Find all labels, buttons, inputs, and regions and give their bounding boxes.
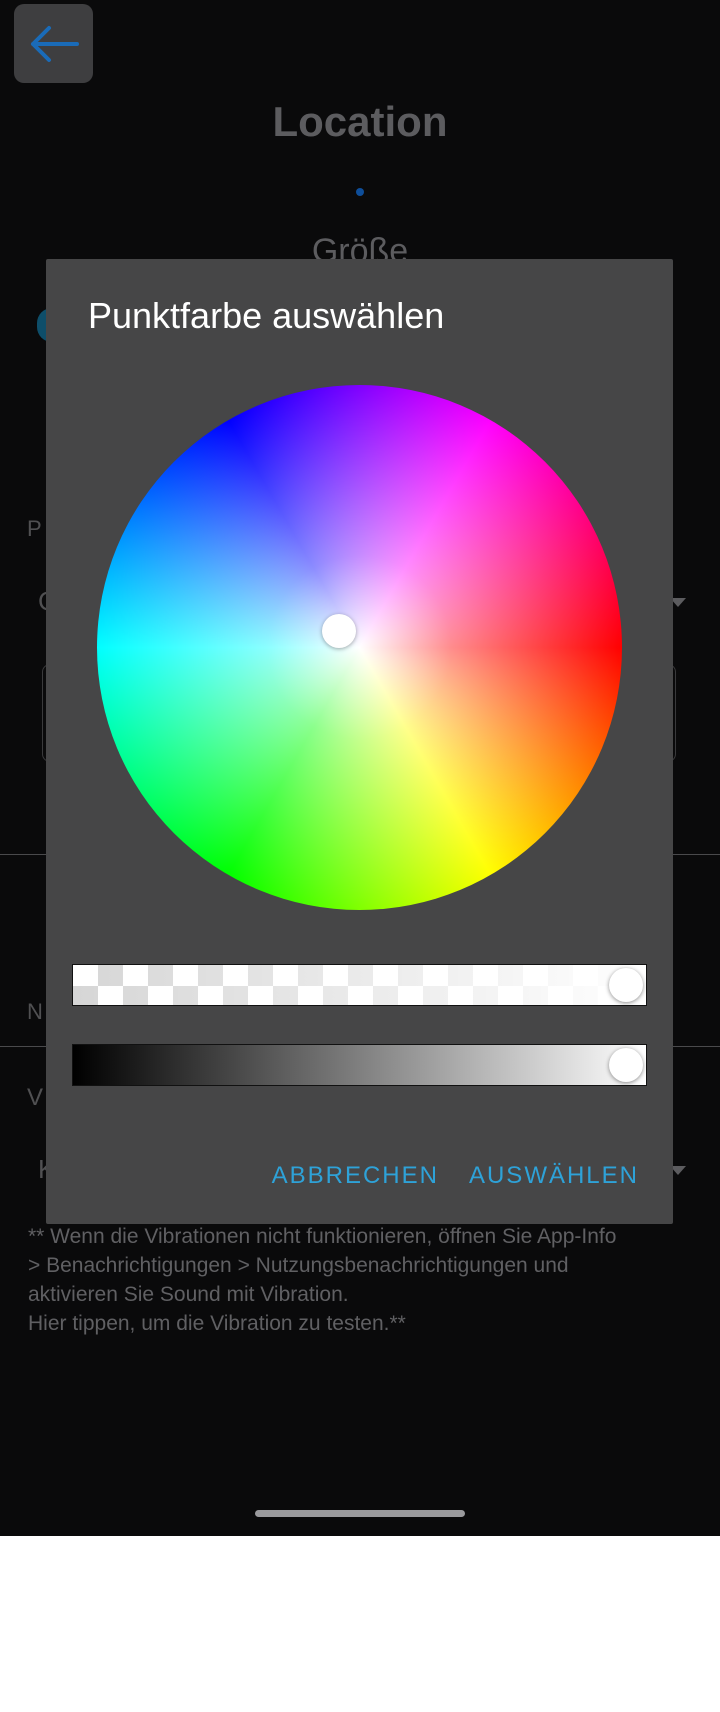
page-indicator-dot (356, 188, 364, 196)
color-picker-dialog: Punktfarbe auswählen ABBRECHEN AUSWÄHLEN (46, 259, 673, 1224)
brightness-slider[interactable] (72, 1044, 647, 1086)
section-label-dot-color: P (27, 516, 42, 541)
section-label-vibration: V (27, 1084, 44, 1111)
cancel-button[interactable]: ABBRECHEN (272, 1158, 439, 1194)
color-wheel-handle[interactable] (322, 614, 356, 648)
brightness-slider-thumb[interactable] (609, 1048, 643, 1082)
back-button[interactable] (14, 4, 93, 83)
arrow-left-icon (30, 25, 79, 62)
select-button[interactable]: AUSWÄHLEN (469, 1158, 639, 1194)
note-line: ** Wenn die Vibrationen nicht funktionie… (28, 1225, 617, 1248)
page-title: Location (272, 98, 448, 145)
note-line: aktivieren Sie Sound mit Vibration. (28, 1283, 349, 1306)
dialog-actions: ABBRECHEN AUSWÄHLEN (272, 1158, 639, 1194)
home-indicator (255, 1510, 465, 1517)
dialog-title: Punktfarbe auswählen (88, 295, 445, 336)
alpha-slider-thumb[interactable] (609, 968, 643, 1002)
color-wheel[interactable] (97, 385, 622, 910)
section-label-notification: N (27, 999, 43, 1024)
note-line: Hier tippen, um die Vibration zu testen.… (28, 1312, 406, 1335)
note-line: > Benachrichtigungen > Nutzungsbenachric… (28, 1254, 569, 1277)
vibration-help-note[interactable]: ** Wenn die Vibrationen nicht funktionie… (28, 1222, 698, 1338)
app-screen: Location Größe P C N V K ** Wenn die Vib… (0, 0, 720, 1536)
alpha-slider[interactable] (72, 964, 647, 1006)
